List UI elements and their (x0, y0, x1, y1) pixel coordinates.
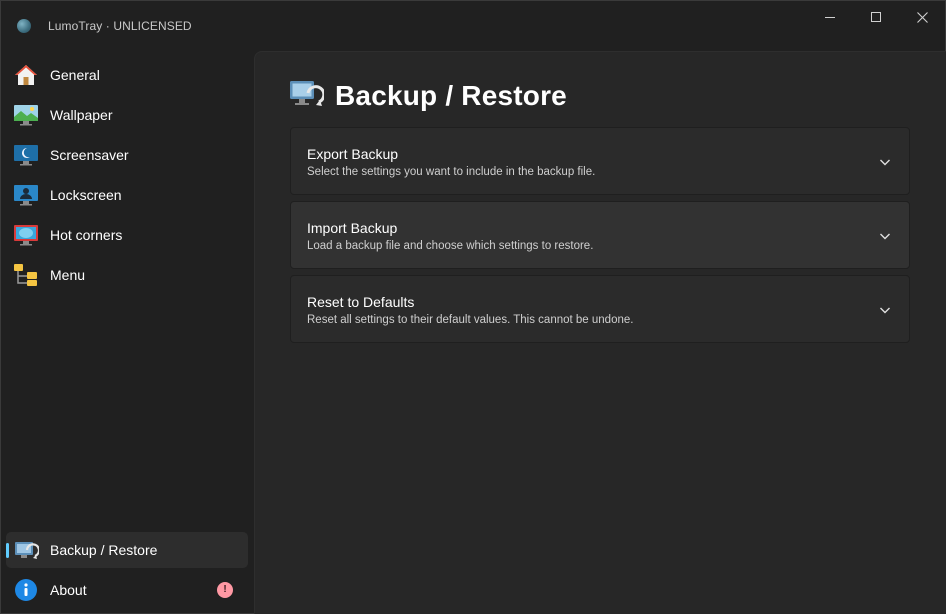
sidebar-item-hot-corners[interactable]: Hot corners (6, 217, 248, 253)
close-button[interactable] (899, 1, 945, 33)
reset-defaults-card[interactable]: Reset to Defaults Reset all settings to … (290, 275, 910, 343)
backup-restore-icon (15, 542, 39, 559)
sidebar-nav: General Wallpaper Screensaver Lockscreen… (1, 51, 253, 613)
card-description: Load a backup file and choose which sett… (307, 240, 594, 252)
app-window: LumoTray · UNLICENSED General Wallpaper … (0, 0, 946, 614)
wallpaper-icon (14, 105, 38, 126)
chevron-down-icon[interactable] (879, 156, 891, 168)
sidebar-item-label: Backup / Restore (50, 542, 158, 558)
app-title: LumoTray · UNLICENSED (48, 19, 192, 33)
app-orb-icon (17, 19, 31, 33)
card-title: Export Backup (307, 146, 399, 162)
info-icon (15, 579, 37, 601)
chevron-down-icon[interactable] (879, 304, 891, 316)
lockscreen-icon (14, 185, 38, 206)
content-pane: Backup / Restore Export Backup Select th… (254, 51, 946, 614)
sidebar-item-label: About (50, 582, 87, 598)
title-bar[interactable]: LumoTray · UNLICENSED (1, 1, 945, 51)
menu-folders-icon (14, 264, 37, 286)
sidebar-item-backup-restore[interactable]: Backup / Restore (6, 532, 248, 568)
sidebar-item-about[interactable]: About ! (6, 572, 248, 608)
card-title: Reset to Defaults (307, 294, 415, 310)
export-backup-card[interactable]: Export Backup Select the settings you wa… (290, 127, 910, 195)
sidebar-item-label: General (50, 67, 100, 83)
chevron-down-icon[interactable] (879, 230, 891, 242)
sidebar-item-lockscreen[interactable]: Lockscreen (6, 177, 248, 213)
maximize-button[interactable] (853, 1, 899, 33)
sidebar-item-menu[interactable]: Menu (6, 257, 248, 293)
sidebar-item-label: Hot corners (50, 227, 123, 243)
import-backup-card[interactable]: Import Backup Load a backup file and cho… (290, 201, 910, 269)
sidebar-item-general[interactable]: General (6, 57, 248, 93)
close-icon (916, 11, 928, 23)
sidebar-item-label: Lockscreen (50, 187, 122, 203)
card-description: Reset all settings to their default valu… (307, 314, 634, 326)
sidebar-item-wallpaper[interactable]: Wallpaper (6, 97, 248, 133)
card-description: Select the settings you want to include … (307, 166, 596, 178)
sidebar-item-label: Wallpaper (50, 107, 113, 123)
card-title: Import Backup (307, 220, 398, 236)
minimize-button[interactable] (807, 1, 853, 33)
sidebar-item-label: Menu (50, 267, 86, 283)
sidebar-item-label: Screensaver (50, 147, 129, 163)
screensaver-icon (14, 145, 38, 166)
backup-restore-icon (290, 81, 324, 106)
maximize-icon (871, 12, 881, 22)
minimize-icon (825, 16, 835, 18)
page-title: Backup / Restore (335, 80, 567, 111)
hot-corners-icon (14, 225, 38, 246)
notification-badge: ! (217, 582, 233, 598)
badge-text: ! (223, 584, 227, 595)
selection-indicator (6, 543, 9, 558)
sidebar-item-screensaver[interactable]: Screensaver (6, 137, 248, 173)
home-icon (15, 65, 37, 85)
